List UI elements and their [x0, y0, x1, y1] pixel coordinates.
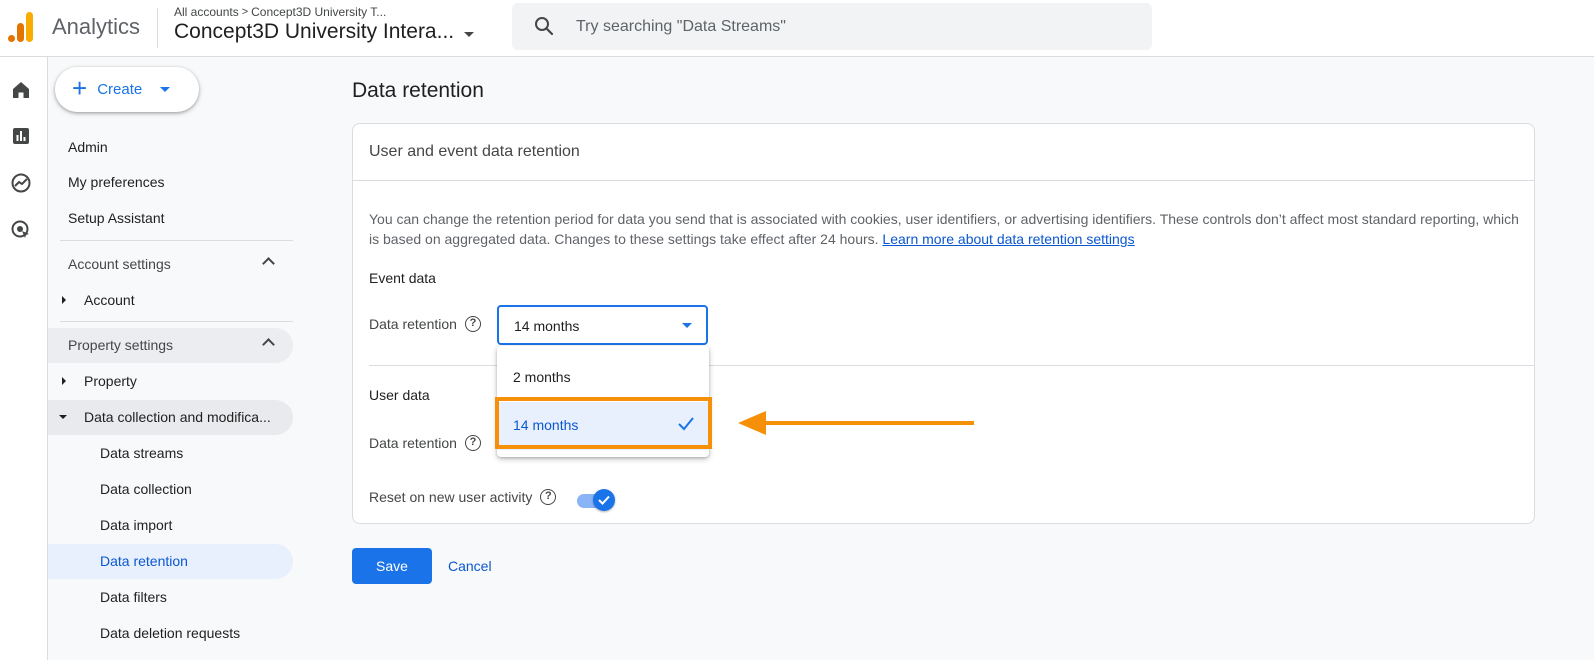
explore-icon[interactable]	[10, 172, 32, 194]
search-icon	[535, 17, 554, 36]
advertising-icon[interactable]	[10, 219, 32, 241]
property-settings-header[interactable]: Property settings	[48, 328, 293, 363]
breadcrumb-root[interactable]: All accounts	[174, 5, 239, 19]
nav-item-property-label: Property	[84, 373, 137, 389]
nav-item-data-collection-group[interactable]: Data collection and modifica...	[48, 400, 293, 435]
property-selector[interactable]: Concept3D University Intera...	[174, 20, 475, 44]
expand-right-icon	[62, 377, 66, 385]
chevron-up-icon	[262, 257, 275, 270]
nav-item-data-deletion-requests[interactable]: Data deletion requests	[48, 616, 293, 651]
option-2-months[interactable]: 2 months	[497, 354, 709, 402]
nav-item-label: Data retention	[100, 553, 188, 569]
expand-down-icon	[59, 415, 67, 419]
nav-item-setup-assistant[interactable]: Setup Assistant	[68, 210, 165, 226]
caret-down-icon	[160, 87, 171, 92]
property-name: Concept3D University Intera...	[174, 20, 455, 43]
event-retention-label: Data retention ?	[369, 316, 481, 332]
user-data-heading: User data	[369, 387, 430, 403]
nav-divider	[60, 240, 293, 241]
admin-nav: + Create Admin My preferences Setup Assi…	[48, 57, 298, 660]
event-data-heading: Event data	[369, 270, 436, 286]
nav-item-data-streams[interactable]: Data streams	[48, 436, 293, 471]
nav-item-my-preferences[interactable]: My preferences	[68, 174, 164, 190]
create-label: Create	[97, 81, 143, 98]
app-name: Analytics	[52, 14, 141, 39]
account-settings-header[interactable]: Account settings	[48, 247, 293, 282]
caret-down-icon	[464, 31, 475, 37]
card-title: User and event data retention	[369, 143, 580, 160]
property-settings-label: Property settings	[68, 337, 174, 353]
nav-item-admin[interactable]: Admin	[68, 139, 108, 155]
nav-item-data-filters[interactable]: Data filters	[48, 580, 293, 615]
header-divider	[157, 8, 158, 48]
nav-item-label: Data collection	[100, 481, 192, 497]
nav-divider	[60, 321, 293, 322]
retention-card: User and event data retention You can ch…	[352, 123, 1535, 524]
field-label-text: Data retention	[369, 316, 457, 332]
option-label: 2 months	[513, 369, 571, 385]
nav-item-property[interactable]: Property	[48, 364, 293, 399]
nav-item-label: Data filters	[100, 589, 167, 605]
expand-right-icon	[62, 296, 66, 304]
select-value: 14 months	[514, 318, 580, 334]
caret-down-icon	[682, 323, 692, 328]
learn-more-link[interactable]: Learn more about data retention settings	[882, 231, 1134, 247]
left-rail	[0, 57, 48, 660]
chevron-right-icon: >	[241, 6, 249, 18]
nav-item-label: Data deletion requests	[100, 625, 241, 641]
create-button[interactable]: + Create	[55, 67, 199, 112]
account-settings-label: Account settings	[68, 256, 171, 272]
search-placeholder: Try searching "Data Streams"	[576, 18, 786, 35]
help-icon[interactable]: ?	[464, 316, 481, 332]
breadcrumb[interactable]: All accounts > Concept3D University T...	[174, 5, 386, 19]
nav-item-data-import[interactable]: Data import	[48, 508, 293, 543]
analytics-logo-icon[interactable]	[8, 12, 34, 42]
nav-item-account[interactable]: Account	[48, 283, 293, 318]
plus-icon: +	[72, 73, 88, 103]
help-icon[interactable]: ?	[464, 435, 481, 451]
field-label-text: Data retention	[369, 435, 457, 451]
field-label-text: Reset on new user activity	[369, 489, 533, 505]
search-bar[interactable]: Try searching "Data Streams"	[512, 3, 1152, 50]
page-title: Data retention	[352, 79, 484, 102]
arrow-left-icon	[738, 411, 974, 435]
chevron-up-icon	[262, 338, 275, 351]
top-bar: Analytics All accounts > Concept3D Unive…	[0, 0, 1594, 57]
check-icon	[598, 495, 610, 505]
help-icon[interactable]: ?	[540, 489, 557, 505]
home-icon[interactable]	[10, 79, 32, 101]
reset-toggle[interactable]	[575, 489, 615, 511]
user-retention-label: Data retention ?	[369, 435, 481, 451]
nav-item-data-retention[interactable]: Data retention	[48, 544, 293, 579]
breadcrumb-account[interactable]: Concept3D University T...	[251, 5, 386, 19]
nav-item-data-collection[interactable]: Data collection	[48, 472, 293, 507]
event-retention-select[interactable]: 14 months	[497, 305, 708, 345]
retention-description: You can change the retention period for …	[369, 209, 1529, 249]
toggle-knob	[593, 489, 615, 511]
nav-item-data-collection-group-label: Data collection and modifica...	[84, 409, 271, 425]
nav-item-label: Data import	[100, 517, 173, 533]
nav-item-label: Data streams	[100, 445, 184, 461]
card-divider	[353, 180, 1534, 181]
reset-label: Reset on new user activity ?	[369, 489, 557, 505]
reports-icon[interactable]	[10, 125, 32, 147]
save-button[interactable]: Save	[352, 548, 432, 584]
cancel-button[interactable]: Cancel	[448, 548, 508, 584]
highlight-box	[495, 397, 712, 449]
nav-item-account-label: Account	[84, 292, 135, 308]
